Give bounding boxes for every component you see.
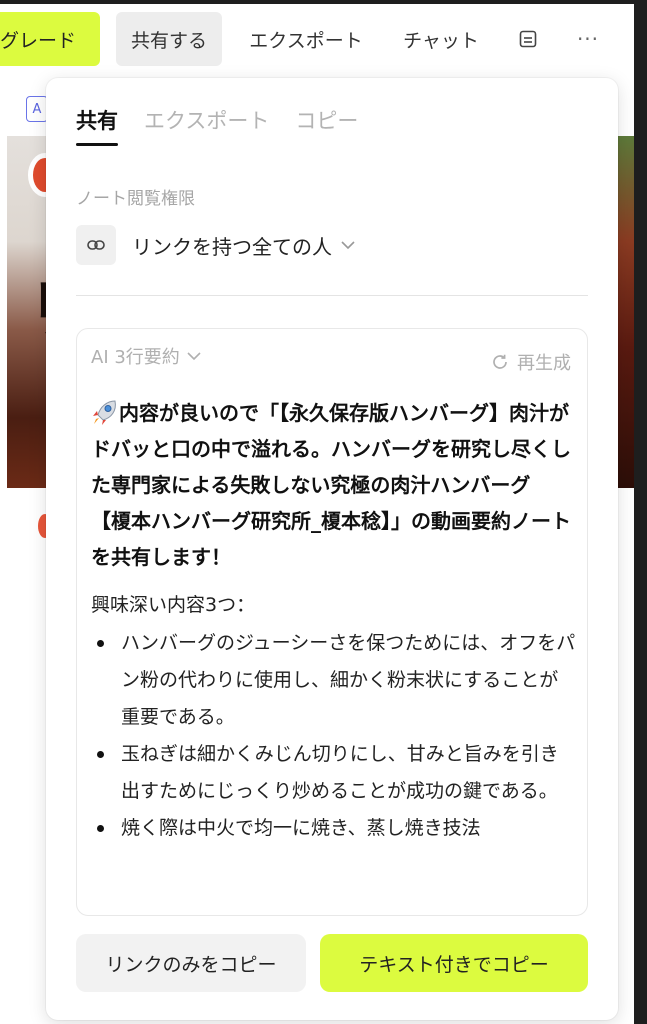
permission-select[interactable]: リンクを持つ全ての人 <box>76 224 356 266</box>
share-popover: 共有 エクスポート コピー ノート閲覧権限 リンクを持つ全ての人 AI 3行要約 <box>46 78 618 1020</box>
regenerate-label: 再生成 <box>517 353 571 374</box>
background-right-image <box>618 136 634 488</box>
link-icon <box>87 240 105 250</box>
save-button[interactable] <box>510 12 546 66</box>
summary-content: 内容が良いので「【永久保存版ハンバーグ】肉汁がドバッと口の中で溢れる。ハンバーグ… <box>91 395 577 847</box>
share-tabs: 共有 エクスポート コピー <box>76 106 358 146</box>
link-icon-box <box>76 225 116 265</box>
copy-with-text-button[interactable]: テキスト付きでコピー <box>320 934 588 992</box>
window-right-edge <box>634 0 647 1024</box>
list-item: 焼く際は中火で均一に焼き、蒸し焼き技法 <box>91 810 577 847</box>
save-icon <box>519 30 537 48</box>
regenerate-button[interactable]: 再生成 <box>491 349 571 375</box>
summary-points-list: ハンバーグのジューシーさを保つためには、オフをパン粉の代わりに使用し、細かく粉末… <box>91 625 577 847</box>
summary-intro-text: 内容が良いので「【永久保存版ハンバーグ】肉汁がドバッと口の中で溢れる。ハンバーグ… <box>91 401 571 569</box>
upgrade-button[interactable]: グレード <box>0 12 100 66</box>
more-button[interactable]: ··· <box>566 12 610 66</box>
chevron-down-icon <box>186 351 202 361</box>
refresh-icon <box>491 353 509 371</box>
app-window: グレード 共有する エクスポート チャット ··· A ﾘ 共有 エクスポート … <box>0 0 634 1024</box>
background-video-thumbnail: ﾘ <box>7 136 47 488</box>
tab-share[interactable]: 共有 <box>76 106 118 146</box>
export-button[interactable]: エクスポート <box>240 12 372 66</box>
top-toolbar: グレード 共有する エクスポート チャット ··· <box>0 4 634 76</box>
divider <box>76 295 588 296</box>
tab-export[interactable]: エクスポート <box>144 106 269 146</box>
summary-mode-select[interactable]: AI 3行要約 <box>91 343 202 369</box>
summary-mode-label: AI 3行要約 <box>91 347 180 368</box>
chevron-down-icon <box>340 240 356 250</box>
summary-intro: 内容が良いので「【永久保存版ハンバーグ】肉汁がドバッと口の中で溢れる。ハンバーグ… <box>91 395 577 575</box>
share-button[interactable]: 共有する <box>116 12 222 66</box>
tab-copy[interactable]: コピー <box>295 106 358 146</box>
list-item: 玉ねぎは細かくみじん切りにし、甘みと旨みを引き出すためにじっくり炒めることが成功… <box>91 736 577 810</box>
permission-label: ノート閲覧権限 <box>76 189 195 209</box>
summary-card: AI 3行要約 再生成 内容が良いので「【永久保存版ハンバーグ】肉汁がドバッと口… <box>76 328 588 916</box>
list-item: ハンバーグのジューシーさを保つためには、オフをパン粉の代わりに使用し、細かく粉末… <box>91 625 577 736</box>
background-badge: A <box>26 96 48 122</box>
summary-points-heading: 興味深い内容3つ： <box>91 594 256 616</box>
rocket-icon <box>93 400 116 425</box>
thumbnail-red-dot <box>33 158 47 192</box>
copy-link-button[interactable]: リンクのみをコピー <box>76 934 306 992</box>
chat-button[interactable]: チャット <box>392 12 490 66</box>
permission-value: リンクを持つ全ての人 <box>132 234 332 259</box>
